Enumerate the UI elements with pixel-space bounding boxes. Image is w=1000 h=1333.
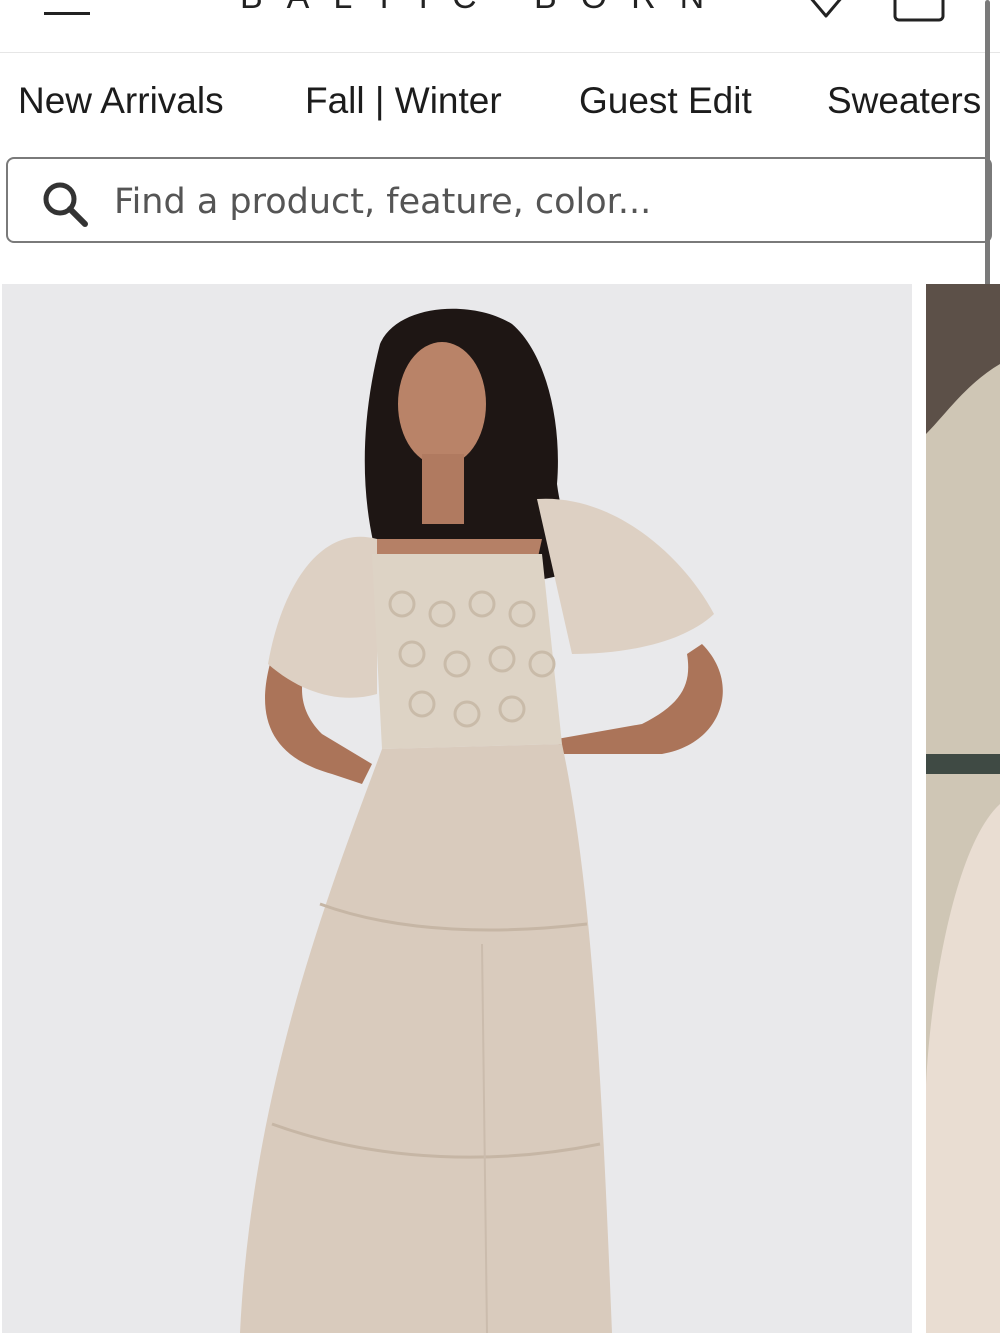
search-bar[interactable] [6, 157, 992, 243]
nav-item-new-arrivals[interactable]: New Arrivals [18, 80, 224, 122]
shopping-bag-icon[interactable] [890, 0, 948, 24]
product-image[interactable] [2, 284, 912, 1333]
nav-item-sweaters[interactable]: Sweaters [827, 80, 981, 122]
search-input[interactable] [112, 173, 976, 231]
product-listing-page: BALTIC BORN New Arrivals Fall | Winter G… [0, 0, 1000, 1333]
heart-icon[interactable] [800, 0, 852, 22]
nav-item-fall-winter[interactable]: Fall | Winter [305, 80, 502, 122]
site-header: BALTIC BORN [0, 0, 1000, 53]
product-image-next[interactable] [926, 284, 1000, 1333]
category-nav: New Arrivals Fall | Winter Guest Edit Sw… [0, 62, 1000, 144]
search-icon[interactable] [40, 179, 90, 229]
menu-icon[interactable] [40, 0, 92, 30]
nav-item-guest-edit[interactable]: Guest Edit [579, 80, 752, 122]
scrollbar[interactable] [985, 0, 990, 290]
brand-logo[interactable]: BALTIC BORN [240, 0, 780, 18]
